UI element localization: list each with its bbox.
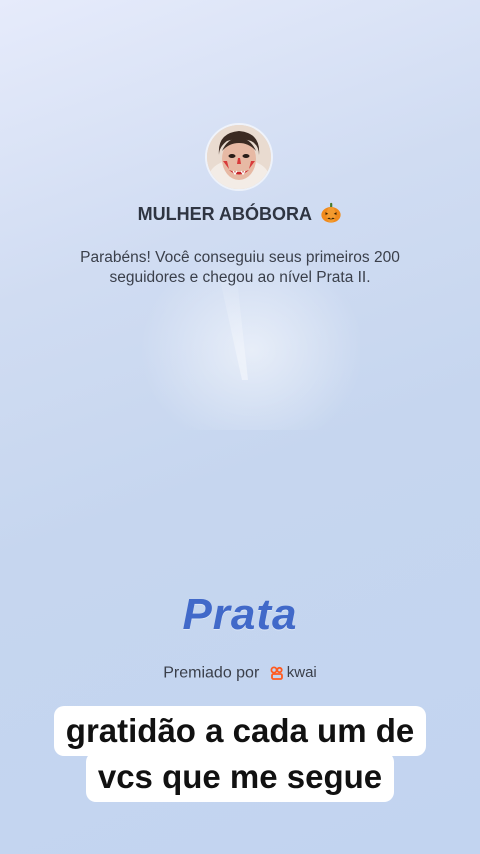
avatar-face-image xyxy=(207,125,271,189)
profile-name-text: MULHER ABÓBORA xyxy=(137,204,312,224)
congratulations-message: Parabéns! Você conseguiu seus primeiros … xyxy=(80,249,400,286)
caption-line-2: vcs que me segue xyxy=(85,752,395,802)
pumpkin-icon xyxy=(321,202,341,223)
level-label: Prata xyxy=(182,590,298,639)
kwai-brand-text: kwai xyxy=(286,664,317,681)
caption-line-1: gratidão a cada um de xyxy=(53,706,427,756)
video-caption: gratidão a cada um de vcs que me segue xyxy=(0,706,480,802)
awarded-by-text: Premiado por xyxy=(163,664,260,682)
profile-name: MULHER ABÓBORA xyxy=(0,202,480,225)
kwai-logo-icon xyxy=(270,666,283,680)
avatar[interactable] xyxy=(207,125,271,189)
awarded-by: Premiado por kwai xyxy=(0,664,480,683)
kwai-brand: kwai xyxy=(270,664,317,681)
